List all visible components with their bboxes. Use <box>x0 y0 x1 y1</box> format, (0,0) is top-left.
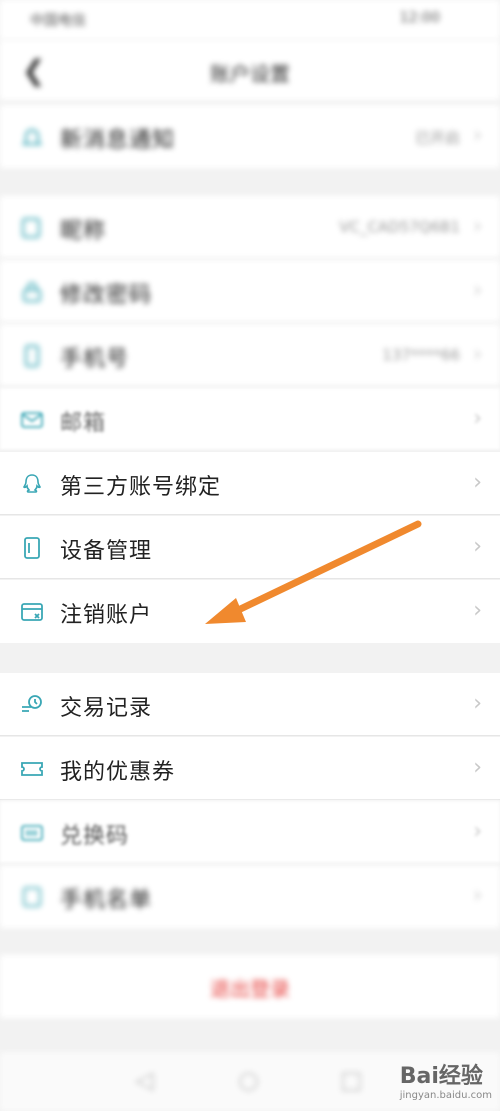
watermark-url: jingyan.baidu.com <box>399 1090 492 1101</box>
watermark-logo: Bai经验 jingyan.baidu.com <box>400 1058 492 1101</box>
annotation-arrow-icon <box>205 520 422 624</box>
watermark-brand: Bai经验 <box>399 1064 483 1089</box>
